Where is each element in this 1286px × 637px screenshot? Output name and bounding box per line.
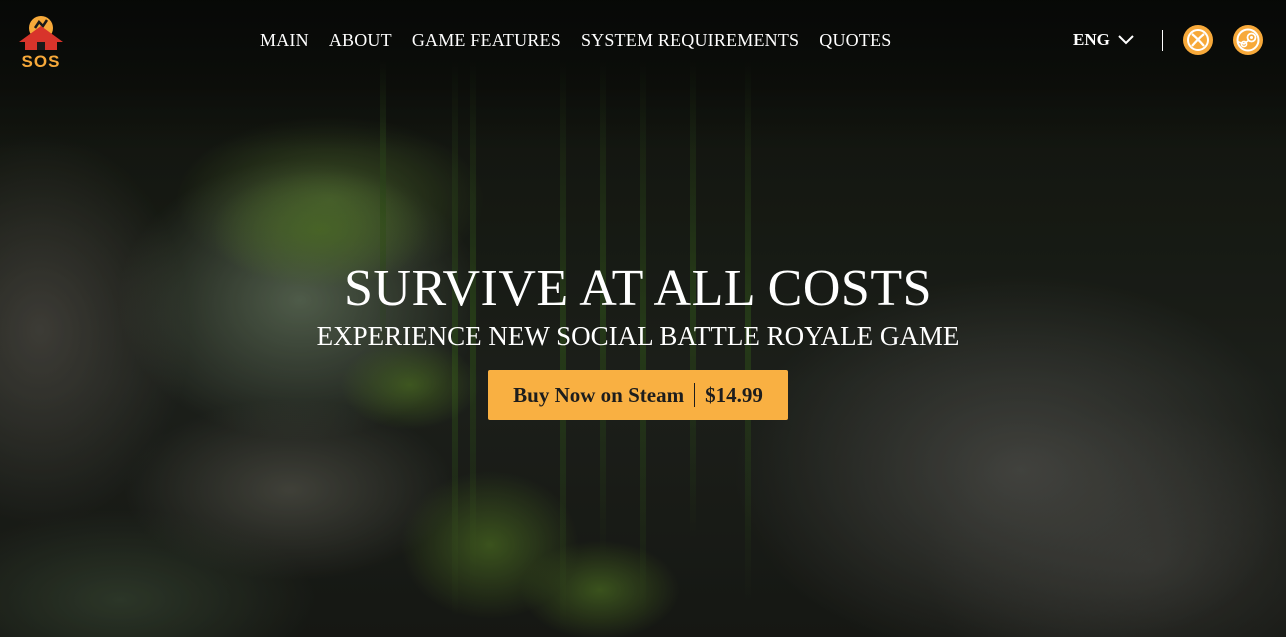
nav-item-main[interactable]: MAIN bbox=[250, 28, 319, 52]
price-label: $14.99 bbox=[705, 382, 763, 407]
buy-label: Buy Now on Steam bbox=[513, 382, 685, 407]
language-label: ENG bbox=[1073, 30, 1110, 49]
hero-title: SURVIVE AT ALL COSTS bbox=[343, 260, 933, 317]
nav-item-system-requirements[interactable]: SYSTEM REQUIREMENTS bbox=[571, 28, 809, 52]
language-selector[interactable]: ENG bbox=[1073, 28, 1134, 52]
nav-item-game-features[interactable]: GAME FEATURES bbox=[402, 28, 571, 52]
button-divider bbox=[694, 383, 696, 407]
nav-item-about[interactable]: ABOUT bbox=[319, 28, 402, 52]
nav-item-quotes[interactable]: QUOTES bbox=[809, 28, 901, 52]
svg-text:SOS: SOS bbox=[22, 52, 61, 68]
buy-now-button[interactable]: Buy Now on Steam $14.99 bbox=[488, 370, 788, 420]
steam-icon[interactable] bbox=[1233, 25, 1263, 55]
site-header: SOS MAIN ABOUT GAME FEATURES SYSTEM REQU… bbox=[0, 0, 1286, 80]
header-divider bbox=[1162, 30, 1163, 51]
main-nav: MAIN ABOUT GAME FEATURES SYSTEM REQUIREM… bbox=[250, 28, 901, 52]
hero-background bbox=[0, 0, 1286, 637]
sos-logo[interactable]: SOS bbox=[13, 12, 69, 71]
xbox-icon[interactable] bbox=[1183, 25, 1213, 55]
hero-subtitle: EXPERIENCE NEW SOCIAL BATTLE ROYALE GAME bbox=[316, 321, 960, 351]
chevron-down-icon bbox=[1118, 28, 1134, 52]
